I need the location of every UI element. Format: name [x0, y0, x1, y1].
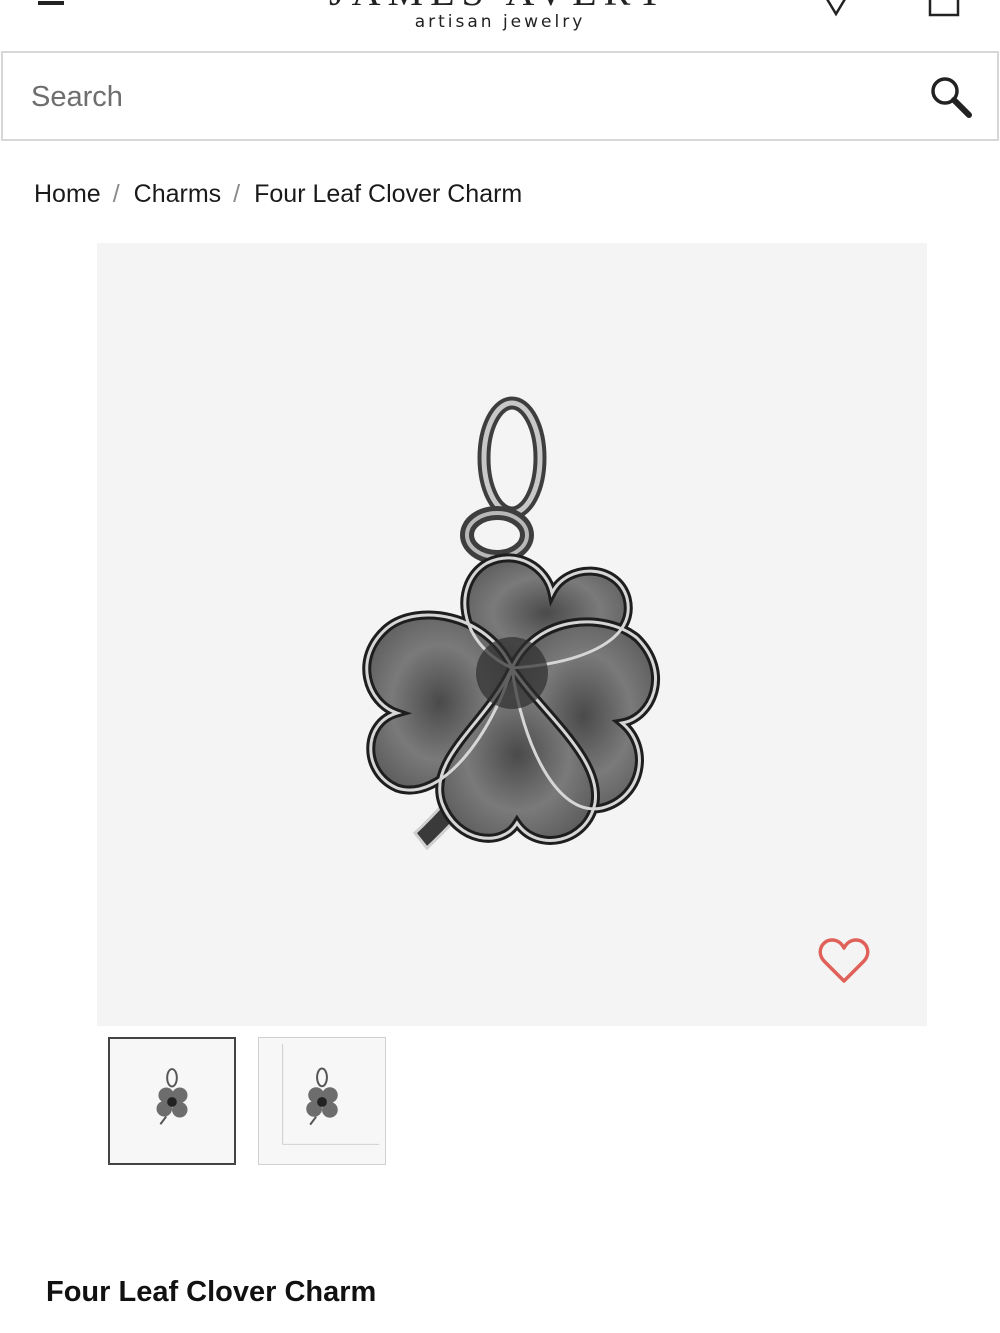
hamburger-menu-icon[interactable]	[36, 0, 66, 12]
breadcrumb-home[interactable]: Home	[34, 180, 101, 209]
size-chart-thumbnail-icon	[282, 1043, 380, 1145]
shopping-bag-icon[interactable]	[926, 0, 962, 18]
site-header: JAMES AVERY artisan jewelry	[0, 0, 1000, 50]
breadcrumb: Home / Charms / Four Leaf Clover Charm	[34, 176, 522, 212]
search-input[interactable]	[31, 73, 891, 121]
brand-logo[interactable]: JAMES AVERY artisan jewelry	[300, 0, 700, 42]
logo-tagline: artisan jewelry	[414, 12, 586, 32]
logo-wordmark: JAMES AVERY	[300, 0, 700, 12]
breadcrumb-separator: /	[112, 179, 120, 208]
breadcrumb-current: Four Leaf Clover Charm	[254, 179, 523, 208]
clover-charm-thumbnail-icon	[156, 1068, 188, 1125]
clover-charm-illustration	[362, 396, 660, 851]
product-title: Four Leaf Clover Charm	[46, 1276, 377, 1308]
thumbnail-front[interactable]	[108, 1037, 236, 1165]
search-icon[interactable]	[929, 75, 973, 119]
thumbnail-size-chart[interactable]	[258, 1037, 386, 1165]
location-pin-icon[interactable]	[820, 0, 852, 18]
search-bar	[1, 51, 999, 141]
breadcrumb-charms[interactable]: Charms	[134, 180, 222, 209]
breadcrumb-separator: /	[233, 179, 241, 208]
product-main-image[interactable]	[97, 243, 927, 1026]
wishlist-heart-icon[interactable]	[817, 937, 871, 985]
